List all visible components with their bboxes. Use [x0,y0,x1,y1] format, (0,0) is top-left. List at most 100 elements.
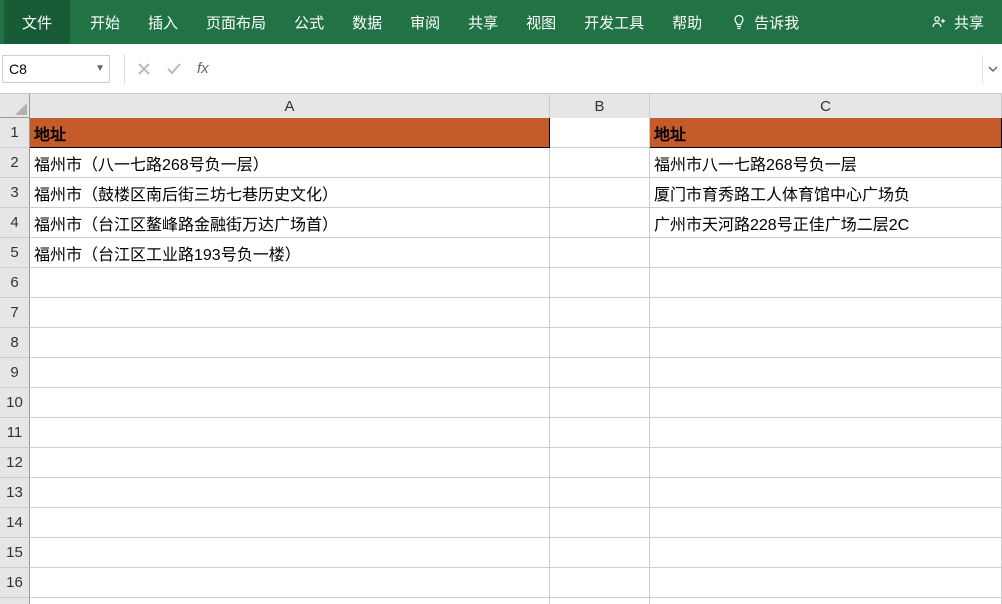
cell-B15[interactable] [550,538,650,568]
row-header-4[interactable]: 4 [0,208,30,238]
cell-B11[interactable] [550,418,650,448]
cell-C5[interactable] [650,238,1002,268]
cell-B8[interactable] [550,328,650,358]
row-header-3[interactable]: 3 [0,178,30,208]
cell-C7[interactable] [650,298,1002,328]
tab-page-layout[interactable]: 页面布局 [192,0,280,44]
cell-B16[interactable] [550,568,650,598]
row-header-11[interactable]: 11 [0,418,30,448]
ribbon: 文件 开始 插入 页面布局 公式 数据 审阅 共享 视图 开发工具 帮助 告诉我… [0,0,1002,44]
cell-B1[interactable] [550,118,650,148]
row-header-2[interactable]: 2 [0,148,30,178]
cell-A8[interactable] [30,328,550,358]
tab-review[interactable]: 审阅 [396,0,454,44]
cell-B2[interactable] [550,148,650,178]
cell-B6[interactable] [550,268,650,298]
cell-C2[interactable]: 福州市八一七路268号负一层 [650,148,1002,178]
row-header-13[interactable]: 13 [0,478,30,508]
cell-B3[interactable] [550,178,650,208]
row-14 [30,508,1002,538]
row-13 [30,478,1002,508]
cell-A6[interactable] [30,268,550,298]
cell-A16[interactable] [30,568,550,598]
cell-C12[interactable] [650,448,1002,478]
cell-B13[interactable] [550,478,650,508]
cell-C4[interactable]: 广州市天河路228号正佳广场二层2C [650,208,1002,238]
row-header-17[interactable]: 17 [0,598,30,604]
cell-A2[interactable]: 福州市（八一七路268号负一层） [30,148,550,178]
cell-C15[interactable] [650,538,1002,568]
cell-A13[interactable] [30,478,550,508]
row-header-5[interactable]: 5 [0,238,30,268]
tab-view[interactable]: 视图 [512,0,570,44]
cell-A9[interactable] [30,358,550,388]
cell-A4[interactable]: 福州市（台江区鳌峰路金融街万达广场首） [30,208,550,238]
cells-area[interactable]: 地址地址福州市（八一七路268号负一层）福州市八一七路268号负一层福州市（鼓楼… [30,118,1002,604]
row-11 [30,418,1002,448]
row-header-1[interactable]: 1 [0,118,30,148]
enter-formula-button[interactable] [159,55,189,83]
share-button[interactable]: 共享 [916,0,998,44]
row-header-10[interactable]: 10 [0,388,30,418]
expand-formula-icon[interactable] [982,55,1002,83]
tab-help[interactable]: 帮助 [658,0,716,44]
formula-bar: C8 ▼ fx [0,44,1002,94]
cell-C9[interactable] [650,358,1002,388]
formula-input[interactable] [217,55,982,83]
row-header-7[interactable]: 7 [0,298,30,328]
row-header-14[interactable]: 14 [0,508,30,538]
cell-B5[interactable] [550,238,650,268]
cell-C14[interactable] [650,508,1002,538]
cell-A11[interactable] [30,418,550,448]
cell-B17[interactable] [550,598,650,604]
cell-C8[interactable] [650,328,1002,358]
cell-B10[interactable] [550,388,650,418]
row-10 [30,388,1002,418]
row-header-15[interactable]: 15 [0,538,30,568]
col-header-B[interactable]: B [550,94,650,118]
dropdown-arrow-icon[interactable]: ▼ [95,63,105,74]
cell-B9[interactable] [550,358,650,388]
cell-A1[interactable]: 地址 [30,118,550,148]
cell-A7[interactable] [30,298,550,328]
cancel-formula-button[interactable] [129,55,159,83]
row-header-9[interactable]: 9 [0,358,30,388]
tab-home[interactable]: 开始 [76,0,134,44]
name-box[interactable]: C8 ▼ [2,55,110,83]
tab-data[interactable]: 数据 [338,0,396,44]
row-12 [30,448,1002,478]
select-all-corner[interactable] [0,94,30,118]
row-header-6[interactable]: 6 [0,268,30,298]
cell-A17[interactable] [30,598,550,604]
col-header-C[interactable]: C [650,94,1002,118]
cell-C13[interactable] [650,478,1002,508]
cell-C16[interactable] [650,568,1002,598]
cell-B12[interactable] [550,448,650,478]
row-header-16[interactable]: 16 [0,568,30,598]
tell-me[interactable]: 告诉我 [716,0,813,44]
cell-C1[interactable]: 地址 [650,118,1002,148]
row-header-12[interactable]: 12 [0,448,30,478]
cell-C11[interactable] [650,418,1002,448]
cell-B4[interactable] [550,208,650,238]
tab-formulas[interactable]: 公式 [280,0,338,44]
cell-C17[interactable] [650,598,1002,604]
tab-file[interactable]: 文件 [4,0,70,44]
cell-B7[interactable] [550,298,650,328]
cell-C3[interactable]: 厦门市育秀路工人体育馆中心广场负 [650,178,1002,208]
cell-A12[interactable] [30,448,550,478]
tab-insert[interactable]: 插入 [134,0,192,44]
cell-A3[interactable]: 福州市（鼓楼区南后街三坊七巷历史文化） [30,178,550,208]
cell-A5[interactable]: 福州市（台江区工业路193号负一楼） [30,238,550,268]
col-header-A[interactable]: A [30,94,550,118]
row-header-8[interactable]: 8 [0,328,30,358]
cell-B14[interactable] [550,508,650,538]
tab-developer[interactable]: 开发工具 [570,0,658,44]
cell-A15[interactable] [30,538,550,568]
tab-share[interactable]: 共享 [454,0,512,44]
cell-C6[interactable] [650,268,1002,298]
fx-icon[interactable]: fx [189,60,217,77]
cell-A10[interactable] [30,388,550,418]
cell-C10[interactable] [650,388,1002,418]
cell-A14[interactable] [30,508,550,538]
